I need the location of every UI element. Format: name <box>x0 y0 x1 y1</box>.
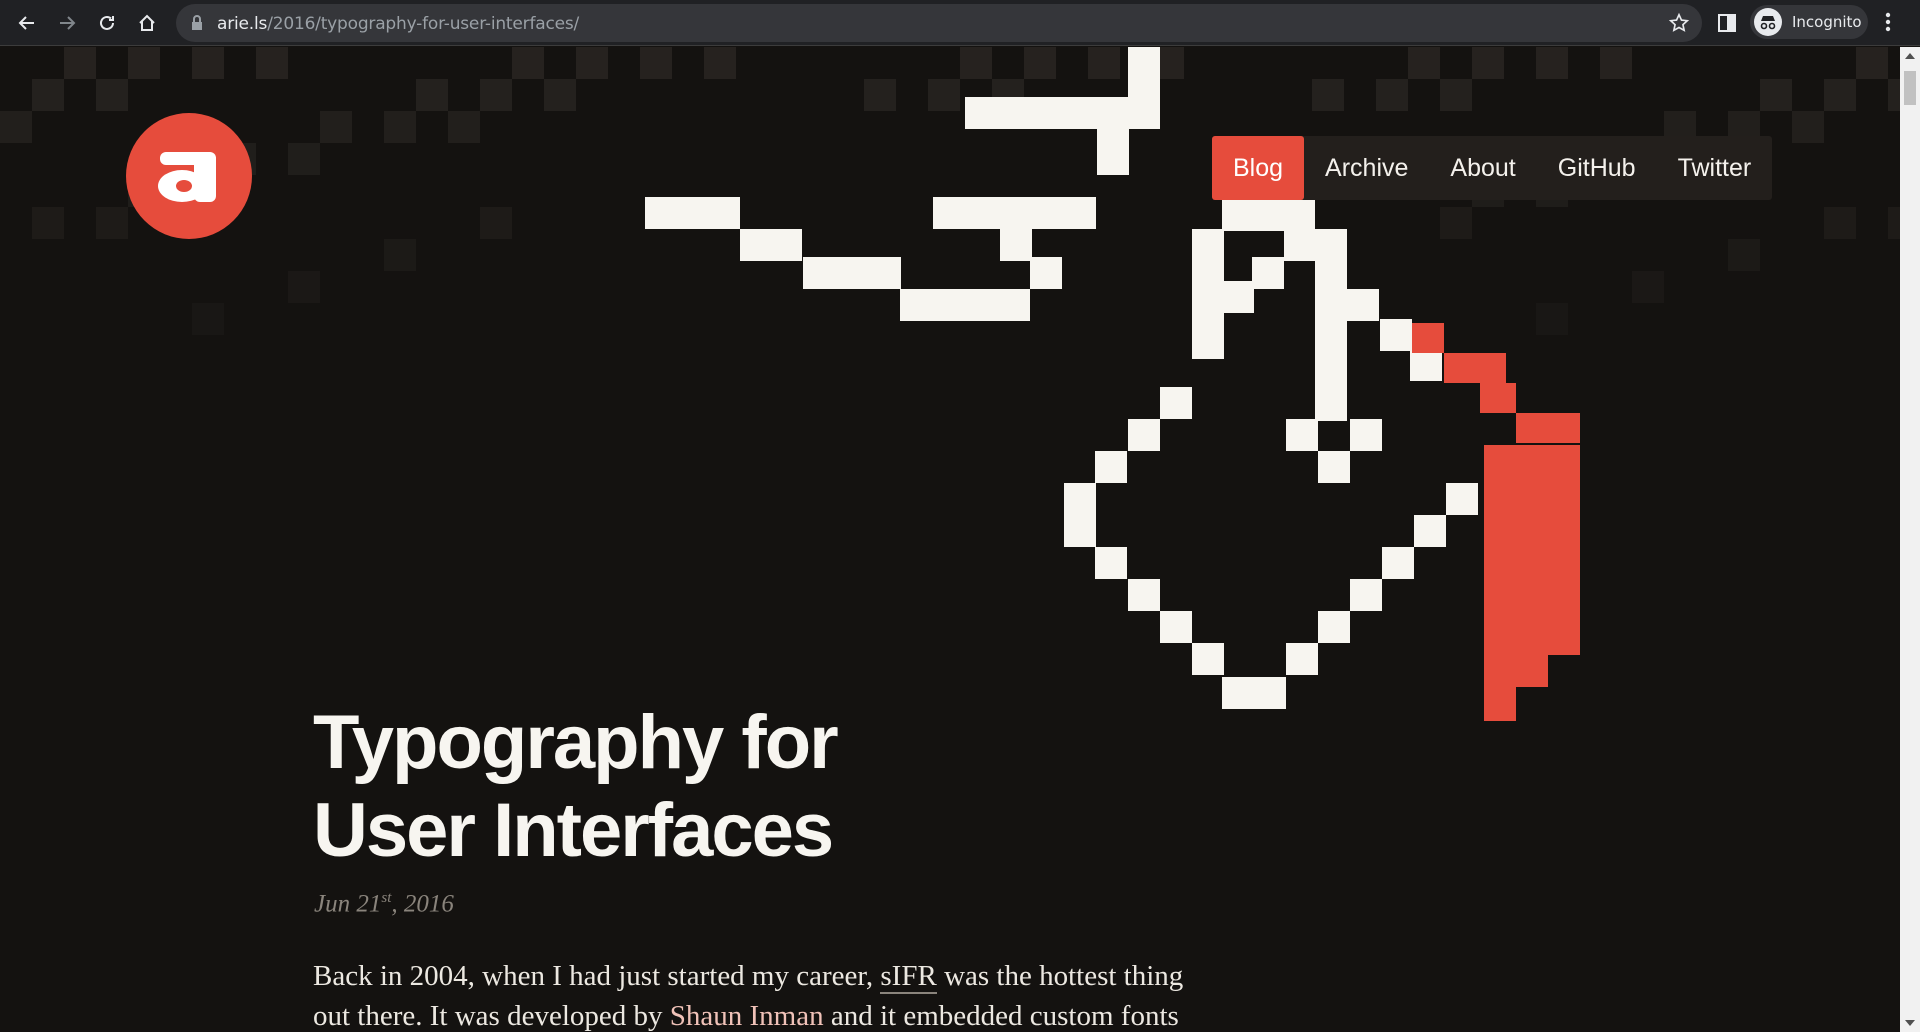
url-host: arie.ls <box>217 14 268 34</box>
incognito-icon <box>1754 8 1782 36</box>
pixel-art-white-block <box>1382 547 1414 579</box>
pixel-art-white-block <box>1097 129 1129 175</box>
pixel-art-white-block <box>1160 387 1192 419</box>
pixel-art-white-block <box>933 197 1096 229</box>
pixel-art-white-block <box>1192 229 1224 359</box>
bookmark-star-icon[interactable] <box>1668 12 1690 34</box>
pixel-art-red-block <box>1480 383 1516 413</box>
scrollbar-thumb[interactable] <box>1904 71 1916 105</box>
pixel-art-white-block <box>803 257 901 289</box>
shaun-inman-link[interactable]: Shaun Inman <box>670 1000 824 1032</box>
page-content: Blog Archive About GitHub Twitter Typogr… <box>0 47 1900 1032</box>
pixel-art-white-block <box>1446 483 1478 515</box>
pixel-art-white-block <box>1380 319 1412 351</box>
pixel-art-white-block <box>1286 643 1318 675</box>
arrow-left-icon <box>18 16 34 30</box>
nav-github[interactable]: GitHub <box>1537 136 1657 200</box>
pixel-art-red-block <box>1412 323 1444 353</box>
nav-archive[interactable]: Archive <box>1304 136 1429 200</box>
incognito-profile-button[interactable]: Incognito <box>1750 5 1868 39</box>
pixel-art-white-block <box>1414 515 1446 547</box>
forward-button[interactable] <box>52 8 82 38</box>
incognito-label: Incognito <box>1792 13 1862 31</box>
pixel-art-white-block <box>1030 257 1062 289</box>
date-year: , 2016 <box>391 890 454 918</box>
sifr-link[interactable]: sIFR <box>880 960 937 994</box>
browser-toolbar: arie.ls/2016/typography-for-user-interfa… <box>0 0 1920 46</box>
scroll-up-arrow-icon[interactable] <box>1905 53 1915 59</box>
pixel-art-white-block <box>1000 229 1032 261</box>
pixel-art-white-block <box>1318 451 1350 483</box>
pixel-art-white-block <box>1222 677 1286 709</box>
pixel-art-white-block <box>1192 643 1224 675</box>
pixel-art-white-block <box>1284 229 1316 261</box>
pixel-art-white-block <box>1318 611 1350 643</box>
pixel-art-white-block <box>965 97 1160 129</box>
scroll-down-arrow-icon[interactable] <box>1905 1020 1915 1026</box>
pixel-art-red-block <box>1548 445 1580 655</box>
address-bar[interactable]: arie.ls/2016/typography-for-user-interfa… <box>176 4 1702 42</box>
nav-about[interactable]: About <box>1429 136 1536 200</box>
pixel-art-white-block <box>1222 281 1254 313</box>
date-month-day: Jun 21 <box>314 890 382 918</box>
article-title: Typography for User Interfaces <box>313 699 1013 875</box>
lock-icon <box>192 15 202 30</box>
pixel-art-white-block <box>1410 349 1442 381</box>
home-icon <box>139 14 155 31</box>
pixel-art-white-block <box>740 229 802 261</box>
url-text[interactable]: arie.ls/2016/typography-for-user-interfa… <box>217 14 579 34</box>
nav-twitter[interactable]: Twitter <box>1657 136 1773 200</box>
url-path: /2016/typography-for-user-interfaces/ <box>267 14 580 34</box>
pixel-art-white-block <box>1128 47 1160 97</box>
pixel-art-red-block <box>1484 655 1548 687</box>
more-options-icon[interactable] <box>1884 10 1892 34</box>
nav-blog[interactable]: Blog <box>1212 136 1305 200</box>
date-ordinal-suffix: st <box>381 890 392 906</box>
article-title-line-2: User Interfaces <box>313 788 834 873</box>
pixel-art-white-block <box>1347 289 1379 321</box>
pixel-art-white-block <box>1252 257 1284 289</box>
arrow-right-icon <box>60 16 76 30</box>
article-intro-paragraph: Back in 2004, when I had just started my… <box>313 956 1193 1032</box>
pixel-art-white-block <box>1128 579 1160 611</box>
side-panel-icon[interactable] <box>1716 12 1738 34</box>
pixel-art-white-block <box>1095 547 1127 579</box>
pixel-art-white-block <box>1315 359 1347 421</box>
intro-text-1: Back in 2004, when I had just started my… <box>313 960 881 992</box>
pixel-art-white-block <box>1350 579 1382 611</box>
pixel-art-white-block <box>1160 611 1192 643</box>
pixel-art-white-block <box>1350 419 1382 451</box>
pixel-art-white-block <box>1315 229 1347 359</box>
pixel-art-white-block <box>1095 451 1127 483</box>
reload-button[interactable] <box>92 8 122 38</box>
article-title-line-1: Typography for <box>313 700 839 785</box>
back-button[interactable] <box>12 8 42 38</box>
pixel-art-white-block <box>1286 419 1318 451</box>
main-navigation: Blog Archive About GitHub Twitter <box>1212 136 1773 200</box>
pixel-art-red-block <box>1484 687 1516 721</box>
pixel-art-white-block <box>1128 419 1160 451</box>
pixel-art-white-block <box>645 197 740 229</box>
pixel-art-white-block <box>1064 483 1096 547</box>
pixel-art-white-block <box>900 289 1030 321</box>
reload-icon <box>100 15 114 30</box>
pixel-art-red-block <box>1444 353 1506 383</box>
pixel-art-white-block <box>1222 199 1315 231</box>
page-scrollbar[interactable] <box>1900 47 1920 1032</box>
intro-text-3: and it embedded custom fonts <box>823 1000 1179 1032</box>
article-date: Jun 21st, 2016 <box>314 890 454 918</box>
logo-mark-icon <box>158 152 216 202</box>
pixel-art-red-block <box>1516 413 1580 443</box>
home-button[interactable] <box>132 8 162 38</box>
site-logo[interactable] <box>126 113 252 239</box>
